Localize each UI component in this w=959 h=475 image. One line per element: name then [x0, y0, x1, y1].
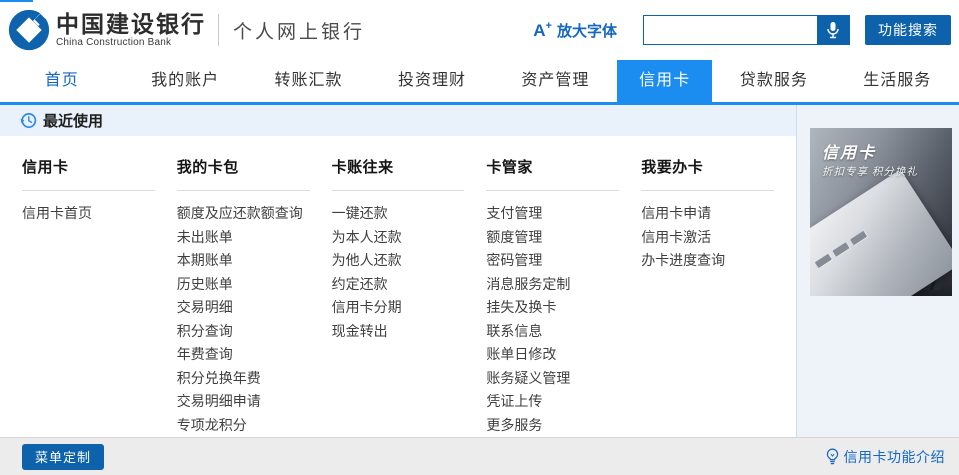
tab-credit-card[interactable]: 信用卡	[617, 60, 712, 105]
font-enlarge-icon: A	[533, 22, 545, 39]
bank-name-block: 中国建设银行 China Construction Bank	[56, 12, 206, 48]
menu-item[interactable]: 交易明细	[177, 296, 310, 320]
banner-subtitle: 折扣专享 积分换礼	[822, 164, 918, 179]
bank-logo-group[interactable]: 中国建设银行 China Construction Bank	[8, 9, 206, 51]
menu-item[interactable]: 信用卡激活	[641, 226, 774, 250]
credit-card-feature-intro-link[interactable]: 信用卡功能介绍	[825, 447, 946, 467]
menu-column-card-account-transactions: 卡账往来 一键还款 为本人还款 为他人还款 约定还款 信用卡分期 现金转出	[332, 136, 465, 437]
history-clock-icon	[20, 112, 37, 129]
menu-item[interactable]: 消息服务定制	[486, 273, 619, 297]
menu-item[interactable]: 历史账单	[177, 273, 310, 297]
menu-item[interactable]: 额度及应还款额查询	[177, 202, 310, 226]
tab-transfer-remittance[interactable]: 转账汇款	[247, 60, 370, 102]
menu-item[interactable]: 额度管理	[486, 226, 619, 250]
menu-column-title: 我要办卡	[641, 136, 774, 191]
function-search-box	[643, 15, 850, 45]
top-edge-accent	[0, 0, 33, 2]
menu-item[interactable]: 信用卡申请	[641, 202, 774, 226]
font-enlarge-label: 放大字体	[557, 20, 617, 41]
menu-item[interactable]: 信用卡首页	[22, 202, 155, 226]
function-search-button[interactable]: 功能搜索	[865, 15, 951, 45]
menu-item[interactable]: 专项龙积分	[177, 414, 310, 438]
menu-item[interactable]: 一键还款	[332, 202, 465, 226]
menu-item[interactable]: 账单日修改	[486, 343, 619, 367]
lightbulb-icon	[825, 448, 840, 465]
menu-item[interactable]: 为他人还款	[332, 249, 465, 273]
menu-item[interactable]: 挂失及换卡	[486, 296, 619, 320]
tab-asset-management[interactable]: 资产管理	[494, 60, 617, 102]
bank-name-cn: 中国建设银行	[56, 12, 206, 37]
content-area: 最近使用 信用卡 信用卡首页 我的卡包 额度及应还款额查询 未出账单 本期账单 …	[0, 105, 959, 437]
menu-item[interactable]: 本期账单	[177, 249, 310, 273]
bottom-bar: 菜单定制 信用卡功能介绍	[0, 437, 959, 475]
tab-my-accounts[interactable]: 我的账户	[123, 60, 246, 102]
feature-intro-label: 信用卡功能介绍	[844, 447, 946, 467]
recently-used-label: 最近使用	[43, 110, 103, 131]
menu-column-credit-card: 信用卡 信用卡首页	[22, 136, 155, 437]
personal-online-banking-page: 中国建设银行 China Construction Bank 个人网上银行 A+…	[0, 0, 959, 475]
menu-item[interactable]: 信用卡分期	[332, 296, 465, 320]
ccb-logo-icon	[8, 9, 50, 51]
menu-column-my-card-wallet: 我的卡包 额度及应还款额查询 未出账单 本期账单 历史账单 交易明细 积分查询 …	[177, 136, 310, 437]
menu-item[interactable]: 办卡进度查询	[641, 249, 774, 273]
tab-investment[interactable]: 投资理财	[370, 60, 493, 102]
menu-item[interactable]: 积分查询	[177, 320, 310, 344]
menu-item[interactable]: 为本人还款	[332, 226, 465, 250]
menu-item[interactable]: 账务疑义管理	[486, 367, 619, 391]
menu-column-title: 卡账往来	[332, 136, 465, 191]
microphone-icon	[826, 21, 840, 39]
menu-item[interactable]: 更多服务	[486, 414, 619, 438]
credit-card-menu-panel: 最近使用 信用卡 信用卡首页 我的卡包 额度及应还款额查询 未出账单 本期账单 …	[0, 105, 796, 437]
function-search-input[interactable]	[644, 16, 817, 44]
menu-item[interactable]: 交易明细申请	[177, 390, 310, 414]
menu-item[interactable]: 现金转出	[332, 320, 465, 344]
menu-column-title: 我的卡包	[177, 136, 310, 191]
menu-item[interactable]: 密码管理	[486, 249, 619, 273]
voice-search-button[interactable]	[817, 16, 849, 44]
portal-title: 个人网上银行	[233, 17, 365, 44]
menu-item[interactable]: 未出账单	[177, 226, 310, 250]
menu-item[interactable]: 凭证上传	[486, 390, 619, 414]
credit-card-promo-banner[interactable]: 信用卡 折扣专享 积分换礼	[810, 128, 952, 296]
header: 中国建设银行 China Construction Bank 个人网上银行 A+…	[0, 0, 959, 60]
menu-column-apply-card: 我要办卡 信用卡申请 信用卡激活 办卡进度查询	[641, 136, 774, 437]
menu-column-title: 卡管家	[486, 136, 619, 191]
menu-item[interactable]: 年费查询	[177, 343, 310, 367]
banner-credit-card-image	[810, 169, 952, 296]
font-enlarge-plus-icon: +	[546, 20, 552, 32]
bank-name-en: China Construction Bank	[56, 37, 206, 48]
menu-column-title: 信用卡	[22, 136, 155, 191]
main-nav: 首页 我的账户 转账汇款 投资理财 资产管理 信用卡 贷款服务 生活服务	[0, 60, 959, 105]
header-right-tools: A+ 放大字体 功能搜索	[533, 0, 951, 60]
menu-customize-button[interactable]: 菜单定制	[22, 444, 104, 470]
font-enlarge-control[interactable]: A+ 放大字体	[533, 20, 617, 41]
menu-item[interactable]: 积分兑换年费	[177, 367, 310, 391]
right-sidebar: 信用卡 折扣专享 积分换礼	[796, 105, 959, 437]
menu-column-card-manager: 卡管家 支付管理 额度管理 密码管理 消息服务定制 挂失及换卡 联系信息 账单日…	[486, 136, 619, 437]
recently-used-bar: 最近使用	[0, 105, 796, 136]
tab-loan-services[interactable]: 贷款服务	[712, 60, 835, 102]
menu-item[interactable]: 约定还款	[332, 273, 465, 297]
menu-item[interactable]: 支付管理	[486, 202, 619, 226]
header-divider	[218, 14, 219, 46]
menu-columns: 信用卡 信用卡首页 我的卡包 额度及应还款额查询 未出账单 本期账单 历史账单 …	[0, 136, 796, 437]
tab-home[interactable]: 首页	[0, 60, 123, 102]
banner-title: 信用卡	[822, 139, 876, 163]
tab-life-services[interactable]: 生活服务	[836, 60, 959, 102]
menu-item[interactable]: 联系信息	[486, 320, 619, 344]
